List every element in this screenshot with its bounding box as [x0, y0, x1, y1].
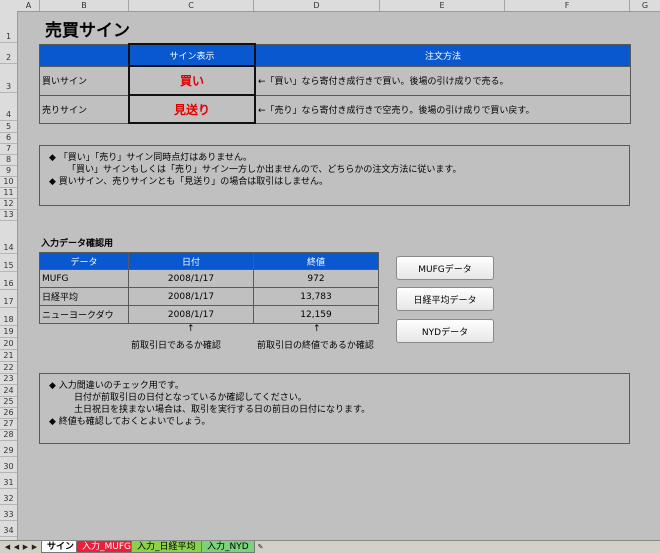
- row-header-25[interactable]: 25: [0, 397, 17, 408]
- buy-sign-value[interactable]: 買い: [128, 65, 256, 96]
- table-row: ニューヨークダウ 2008/1/17 12,159: [39, 305, 379, 324]
- sheet-tab-mufg[interactable]: 入力_MUFG: [76, 541, 138, 553]
- sheet-tab-nikkei[interactable]: 入力_日経平均: [131, 541, 202, 553]
- buy-sign-label[interactable]: 買いサイン: [39, 65, 130, 96]
- row-header-1[interactable]: 1: [0, 11, 17, 43]
- last-sheet-icon[interactable]: ▶: [30, 542, 39, 552]
- close-cell[interactable]: 13,783: [253, 287, 379, 306]
- column-header-a[interactable]: A: [18, 0, 40, 11]
- row-header-13[interactable]: 13: [0, 210, 17, 221]
- row-header-10[interactable]: 10: [0, 177, 17, 188]
- row-header-18[interactable]: 18: [0, 308, 17, 326]
- up-arrow-icon: ↑: [187, 324, 195, 334]
- nikkei-data-button[interactable]: 日経平均データ: [396, 287, 494, 311]
- sign-table: サイン表示 注文方法 買いサイン 買い ←「買い」なら寄付き成行きで買い。後場の…: [39, 43, 631, 124]
- row-header-30[interactable]: 30: [0, 457, 17, 473]
- row-header-2[interactable]: 2: [0, 43, 17, 64]
- row-header-15[interactable]: 15: [0, 254, 17, 272]
- up-arrow-icon: ↑: [313, 324, 321, 334]
- signal-column-header[interactable]: サイン表示: [128, 43, 256, 67]
- row-header-8[interactable]: 8: [0, 155, 17, 166]
- note-line: ◆ 入力間違いのチェック用です。: [49, 381, 184, 391]
- prev-sheet-icon[interactable]: ◀: [12, 542, 21, 552]
- column-header-f[interactable]: F: [505, 0, 630, 11]
- row-header-4[interactable]: 4: [0, 93, 17, 121]
- data-name-cell[interactable]: 日経平均: [39, 287, 129, 306]
- data-column-header[interactable]: データ: [39, 252, 129, 270]
- row-header-7[interactable]: 7: [0, 144, 17, 155]
- row-header-21[interactable]: 21: [0, 350, 17, 362]
- date-cell[interactable]: 2008/1/17: [128, 305, 254, 324]
- column-header-b[interactable]: B: [40, 0, 129, 11]
- row-header-19[interactable]: 19: [0, 326, 17, 338]
- date-column-header[interactable]: 日付: [128, 252, 254, 270]
- mufg-data-button[interactable]: MUFGデータ: [396, 256, 494, 280]
- row-header-26[interactable]: 26: [0, 408, 17, 419]
- close-cell[interactable]: 12,159: [253, 305, 379, 324]
- row-header-32[interactable]: 32: [0, 489, 17, 505]
- row-header: 1 2 3 4 5 6 7 8 9 10 11 12 13 14 15 16 1…: [0, 11, 18, 540]
- row-header-11[interactable]: 11: [0, 188, 17, 199]
- sheet-tab-signal[interactable]: サイン: [41, 541, 81, 553]
- row-header-22[interactable]: 22: [0, 362, 17, 374]
- column-header-g[interactable]: G: [630, 0, 660, 11]
- column-header-d[interactable]: D: [254, 0, 380, 11]
- row-header-16[interactable]: 16: [0, 272, 17, 290]
- sell-sign-value[interactable]: 見送り: [128, 94, 256, 124]
- method-column-header[interactable]: 注文方法: [254, 43, 631, 67]
- note-box-signals: ◆ 「買い」「売り」サイン同時点灯はありません。 「買い」サインもしくは「売り」…: [39, 145, 630, 206]
- page-title: 売買サイン: [45, 21, 130, 41]
- sheet-tab-nyd[interactable]: 入力_NYD: [201, 541, 255, 553]
- row-header-14[interactable]: 14: [0, 221, 17, 254]
- nyd-data-button[interactable]: NYDデータ: [396, 319, 494, 343]
- note-line: ◆ 「買い」「売り」サイン同時点灯はありません。: [49, 153, 253, 163]
- date-cell[interactable]: 2008/1/17: [128, 269, 254, 288]
- note-line: 土日祝日を挟まない場合は、取引を実行する日の前日の日付になります。: [74, 405, 371, 415]
- close-column-header[interactable]: 終値: [253, 252, 379, 270]
- row-header-23[interactable]: 23: [0, 374, 17, 385]
- table-row: 日経平均 2008/1/17 13,783: [39, 287, 379, 306]
- buy-order-method[interactable]: ←「買い」なら寄付き成行きで買い。後場の引け成りで売る。: [254, 65, 631, 96]
- spreadsheet: A B C D E F G 1 2 3 4 5 6 7 8 9 10 11 12…: [0, 0, 660, 553]
- first-sheet-icon[interactable]: ◀: [3, 542, 12, 552]
- input-section-title: 入力データ確認用: [41, 239, 114, 249]
- note-box-input-check: ◆ 入力間違いのチェック用です。 日付が前取引日の日付となっているか確認してくだ…: [39, 373, 630, 444]
- column-header-e[interactable]: E: [380, 0, 505, 11]
- column-header-c[interactable]: C: [129, 0, 254, 11]
- note-line: ◆ 買いサイン、売りサインとも「見送り」の場合は取引はしません。: [49, 177, 328, 187]
- date-check-caption: 前取引日であるか確認: [131, 341, 221, 351]
- row-header-27[interactable]: 27: [0, 419, 17, 430]
- row-header-24[interactable]: 24: [0, 385, 17, 397]
- note-line: ◆ 終値も確認しておくとよいでしょう。: [49, 417, 211, 427]
- row-header-12[interactable]: 12: [0, 199, 17, 210]
- close-cell[interactable]: 972: [253, 269, 379, 288]
- row-header-29[interactable]: 29: [0, 441, 17, 457]
- row-header-31[interactable]: 31: [0, 473, 17, 489]
- row-header-33[interactable]: 33: [0, 505, 17, 521]
- sheet-tab-bar: ◀ ◀ ▶ ▶ サイン 入力_MUFG 入力_日経平均 入力_NYD ✎: [0, 540, 660, 553]
- column-header: A B C D E F G: [0, 0, 660, 12]
- row-header-17[interactable]: 17: [0, 290, 17, 308]
- note-line: 「買い」サインもしくは「売り」サイン一方しか出ませんので、どちらかの注文方法に従…: [67, 165, 462, 175]
- next-sheet-icon[interactable]: ▶: [21, 542, 30, 552]
- row-header-6[interactable]: 6: [0, 133, 17, 144]
- sell-order-method[interactable]: ←「売り」なら寄付き成行きで空売り。後場の引け成りで買い戻す。: [254, 94, 631, 124]
- table-row: MUFG 2008/1/17 972: [39, 269, 379, 288]
- input-data-table: データ 日付 終値 MUFG 2008/1/17 972 日経平均 2008/1…: [39, 252, 379, 324]
- row-header-9[interactable]: 9: [0, 166, 17, 177]
- data-name-cell[interactable]: MUFG: [39, 269, 129, 288]
- date-cell[interactable]: 2008/1/17: [128, 287, 254, 306]
- row-header-3[interactable]: 3: [0, 64, 17, 93]
- close-check-caption: 前取引日の終値であるか確認: [257, 341, 374, 351]
- data-name-cell[interactable]: ニューヨークダウ: [39, 305, 129, 324]
- note-line: 日付が前取引日の日付となっているか確認してください。: [74, 393, 307, 403]
- row-header-34[interactable]: 34: [0, 521, 17, 537]
- row-header-20[interactable]: 20: [0, 338, 17, 350]
- sign-table-corner[interactable]: [39, 43, 130, 67]
- row-header-5[interactable]: 5: [0, 121, 17, 133]
- sell-sign-label[interactable]: 売りサイン: [39, 94, 130, 124]
- insert-sheet-icon[interactable]: ✎: [255, 542, 266, 552]
- row-header-28[interactable]: 28: [0, 430, 17, 441]
